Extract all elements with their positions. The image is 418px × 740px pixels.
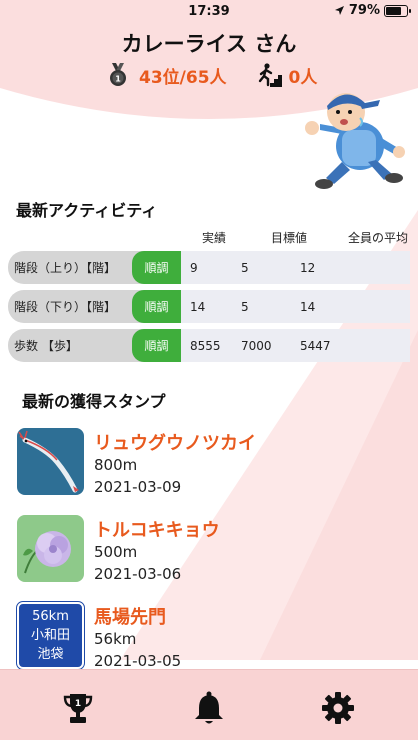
battery-icon: [384, 4, 411, 17]
activity-values: 14 5 14: [181, 290, 410, 323]
location-arrow-icon: [334, 6, 344, 15]
stamp-distance: 800m: [94, 456, 138, 474]
target-value: 7000: [241, 339, 272, 353]
stamps-title: 最新の獲得スタンプ: [22, 392, 166, 411]
activity-title: 最新アクティビティ: [16, 201, 158, 220]
stamp-date: 2021-03-09: [94, 478, 182, 496]
activity-values: 8555 7000 5447: [181, 329, 410, 362]
stamp-name: トルコキキョウ: [94, 520, 220, 541]
average-value: 5447: [300, 339, 331, 353]
battery-percent: 79%: [348, 3, 380, 18]
sign-place-2: 池袋: [37, 647, 64, 662]
actual-value: 8555: [190, 339, 221, 353]
stamp-date: 2021-03-06: [94, 565, 182, 583]
stairs-climber-icon: [258, 63, 282, 87]
actual-value: 14: [190, 300, 206, 314]
status-indicators: 79%: [334, 3, 411, 18]
average-value: 14: [300, 300, 316, 314]
actual-value: 9: [190, 261, 198, 275]
stamp-name: 馬場先門: [94, 607, 166, 628]
svg-text:1: 1: [75, 699, 81, 709]
trophy-icon[interactable]: 1: [60, 690, 96, 726]
activity-row[interactable]: 階段（下り）【階】 順調 14 5 14: [8, 290, 410, 323]
average-value: 12: [300, 261, 316, 275]
lisianthus-stamp-image: [17, 515, 84, 582]
bottom-nav: 1: [0, 669, 418, 740]
stamp-item[interactable]: 56km 小和田 池袋 馬場先門 56km 2021-03-05: [16, 601, 397, 672]
col-header-actual: 実績: [202, 231, 227, 245]
rank-value: 43位/65人: [139, 67, 227, 88]
road-sign-stamp-image: 56km 小和田 池袋: [16, 601, 85, 670]
status-badge: 順調: [132, 290, 181, 323]
svg-text:1: 1: [115, 75, 121, 84]
target-value: 5: [241, 300, 249, 314]
status-bar: 17:39 79%: [0, 0, 418, 22]
status-time: 17:39: [188, 3, 230, 19]
stamp-date: 2021-03-05: [94, 652, 182, 670]
medal-icon: 1: [110, 63, 126, 86]
stamp-distance: 500m: [94, 543, 138, 561]
gear-icon[interactable]: [320, 690, 356, 726]
sign-place-1: 小和田: [30, 628, 70, 643]
col-header-target: 目標値: [271, 231, 308, 245]
stamp-name: リュウグウノツカイ: [94, 433, 256, 454]
activity-label: 歩数 【歩】: [8, 329, 144, 362]
stamp-distance: 56km: [94, 630, 137, 648]
status-badge: 順調: [132, 251, 181, 284]
target-value: 5: [241, 261, 249, 275]
col-header-average: 全員の平均: [348, 231, 409, 245]
stamp-item[interactable]: トルコキキョウ 500m 2021-03-06: [17, 515, 397, 585]
activity-label: 階段（上り）【階】: [8, 251, 144, 284]
bell-icon[interactable]: [191, 690, 227, 726]
sign-distance: 56km: [32, 609, 69, 624]
stamp-item[interactable]: リュウグウノツカイ 800m 2021-03-09: [17, 428, 397, 498]
status-badge: 順調: [132, 329, 181, 362]
activity-values: 9 5 12: [181, 251, 410, 284]
oarfish-stamp-image: [17, 428, 84, 495]
activity-label: 階段（下り）【階】: [8, 290, 144, 323]
running-man-illustration: [305, 93, 405, 189]
rank-row: 1 43位/65人 0人: [106, 63, 317, 88]
username: カレーライス さん: [121, 32, 297, 56]
activity-row[interactable]: 階段（上り）【階】 順調 9 5 12: [8, 251, 410, 284]
activity-row[interactable]: 歩数 【歩】 順調 8555 7000 5447: [8, 329, 410, 362]
